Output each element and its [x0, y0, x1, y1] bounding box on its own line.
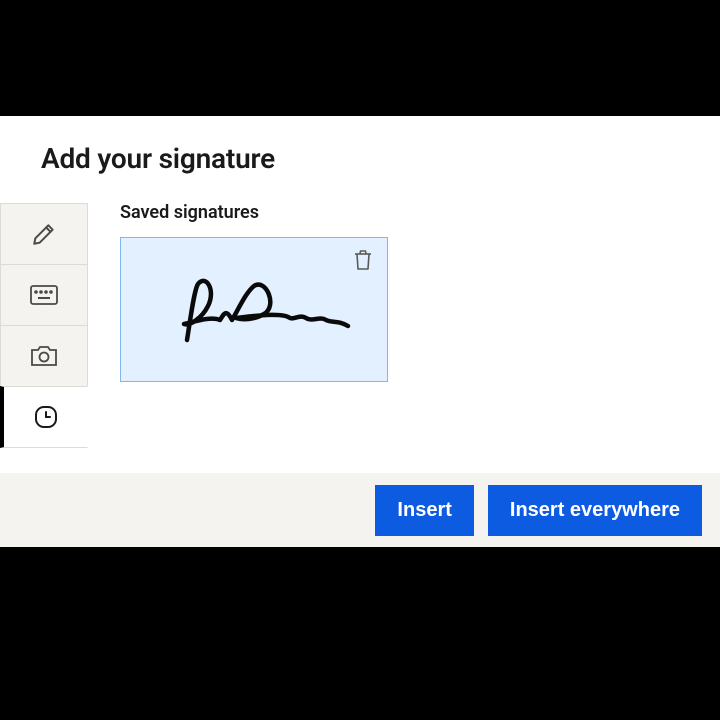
- signature-preview: [154, 270, 354, 350]
- dialog-footer: Insert Insert everywhere: [0, 473, 720, 547]
- clock-icon: [34, 405, 58, 429]
- signature-method-tabs: [0, 204, 88, 448]
- trash-icon: [353, 249, 373, 271]
- delete-signature-button[interactable]: [351, 248, 375, 272]
- letterbox-bottom: [0, 547, 720, 720]
- tab-type[interactable]: [0, 264, 88, 326]
- letterbox-top: [0, 0, 720, 116]
- pencil-icon: [31, 221, 57, 247]
- insert-everywhere-button[interactable]: Insert everywhere: [488, 485, 702, 536]
- camera-icon: [30, 344, 58, 368]
- tab-camera[interactable]: [0, 325, 88, 387]
- tab-recent[interactable]: [0, 386, 88, 448]
- tab-draw[interactable]: [0, 203, 88, 265]
- keyboard-icon: [30, 285, 58, 305]
- section-label: Saved signatures: [120, 202, 700, 223]
- saved-signature-card[interactable]: [120, 237, 388, 382]
- signature-dialog: Add your signature: [0, 116, 720, 473]
- saved-signatures-panel: Saved signatures: [120, 202, 700, 382]
- dialog-title: Add your signature: [41, 142, 275, 175]
- insert-button[interactable]: Insert: [375, 485, 473, 536]
